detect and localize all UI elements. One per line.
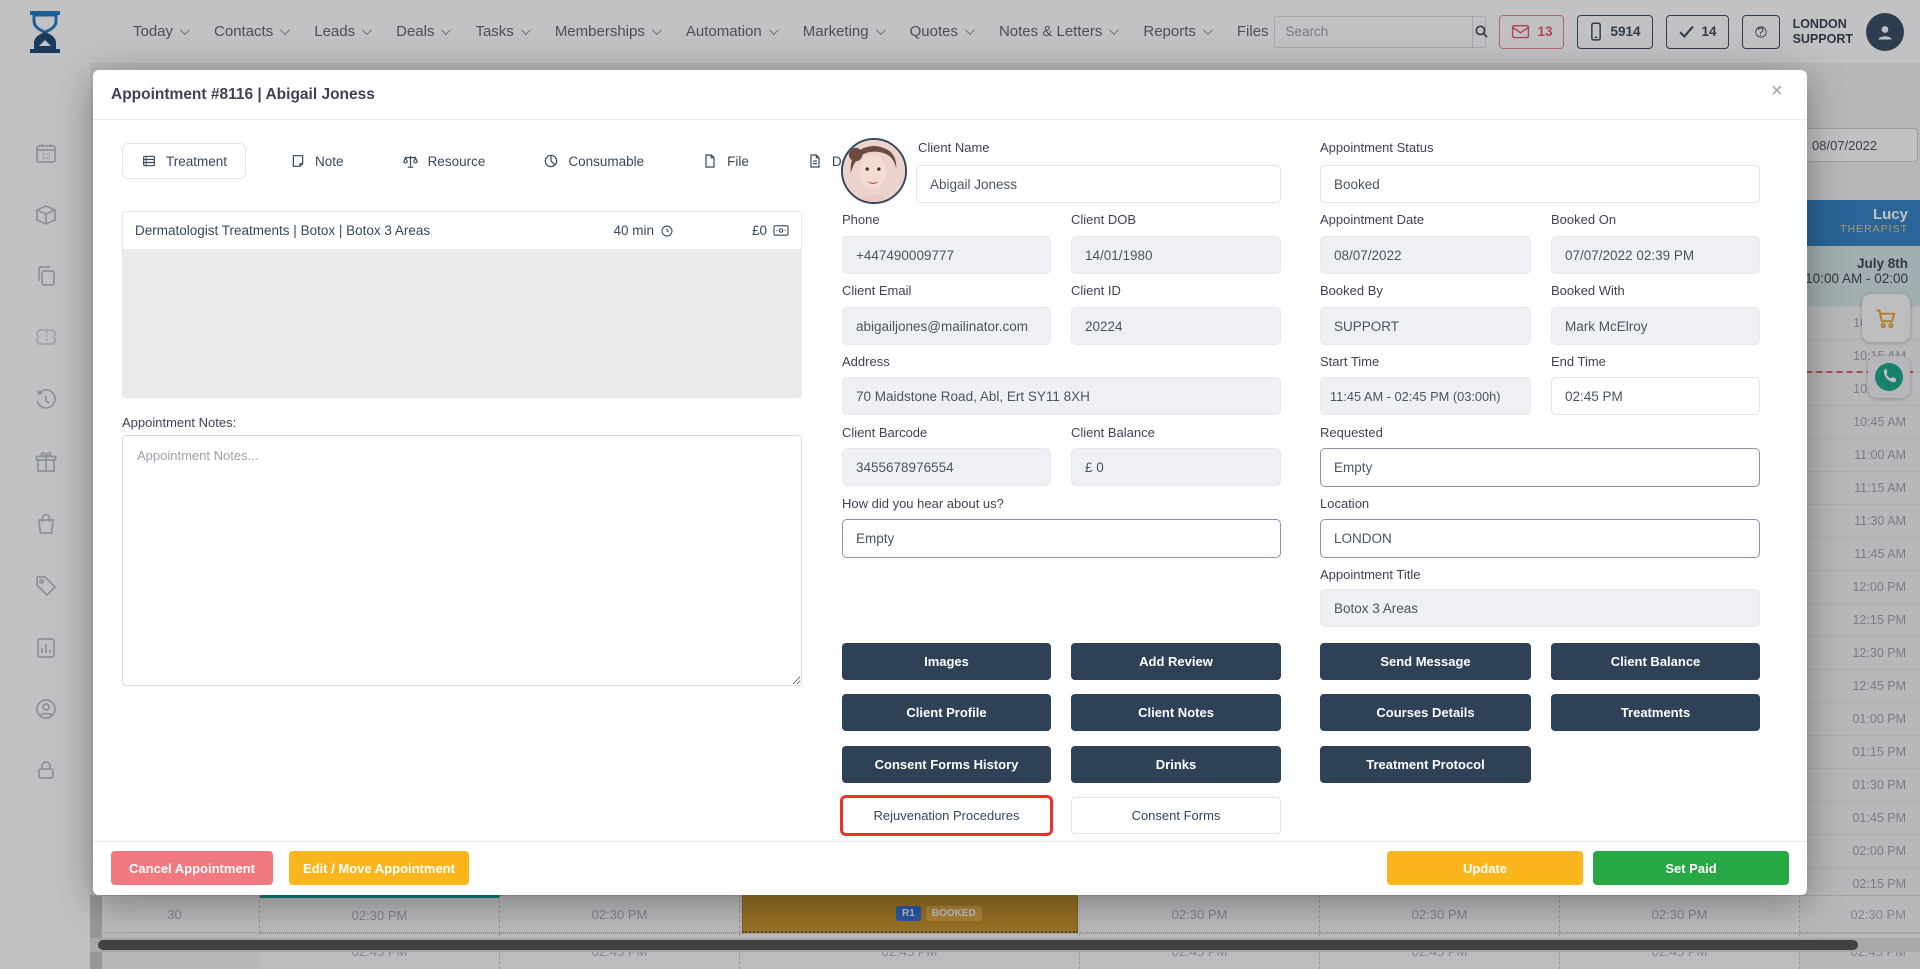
consent-forms-button[interactable]: Consent Forms bbox=[1071, 797, 1281, 834]
client-id-input[interactable]: 20224 bbox=[1071, 307, 1281, 345]
send-message-button[interactable]: Send Message bbox=[1320, 643, 1531, 680]
booked-by-input[interactable]: SUPPORT bbox=[1320, 307, 1531, 345]
location-select[interactable]: LONDON bbox=[1320, 519, 1760, 558]
treatment-protocol-button[interactable]: Treatment Protocol bbox=[1320, 746, 1531, 783]
client-name-input[interactable]: Abigail Joness bbox=[916, 165, 1281, 203]
client-notes-button[interactable]: Client Notes bbox=[1071, 694, 1281, 731]
booked-with-input[interactable]: Mark McElroy bbox=[1551, 307, 1760, 345]
scale-icon bbox=[402, 153, 419, 170]
booked-on-input[interactable]: 07/07/2022 02:39 PM bbox=[1551, 236, 1760, 274]
client-email-input[interactable]: abigailjones@mailinator.com bbox=[842, 307, 1051, 345]
client-dob-label: Client DOB bbox=[1071, 212, 1136, 227]
appointment-title-input[interactable]: Botox 3 Areas bbox=[1320, 589, 1760, 627]
phone-input[interactable]: +447490009777 bbox=[842, 236, 1051, 274]
tab-treatment[interactable]: Treatment bbox=[122, 143, 246, 179]
requested-label: Requested bbox=[1320, 425, 1383, 440]
booked-on-label: Booked On bbox=[1551, 212, 1616, 227]
treatments-button[interactable]: Treatments bbox=[1551, 694, 1760, 731]
update-button[interactable]: Update bbox=[1387, 851, 1583, 885]
add-review-button[interactable]: Add Review bbox=[1071, 643, 1281, 680]
start-time-input[interactable]: 11:45 AM - 02:45 PM (03:00h) bbox=[1320, 377, 1531, 415]
appointment-modal: Appointment #8116 | Abigail Joness × Tre… bbox=[93, 70, 1807, 895]
rejuvenation-procedures-button[interactable]: Rejuvenation Procedures bbox=[840, 795, 1053, 836]
banknote-icon bbox=[773, 224, 789, 237]
footer-divider bbox=[93, 841, 1807, 842]
clock-icon bbox=[660, 224, 674, 238]
courses-details-button[interactable]: Courses Details bbox=[1320, 694, 1531, 731]
file-icon bbox=[702, 153, 718, 169]
client-balance-button[interactable]: Client Balance bbox=[1551, 643, 1760, 680]
client-balance-input[interactable]: £ 0 bbox=[1071, 448, 1281, 486]
treatment-name: Dermatologist Treatments | Botox | Botox… bbox=[135, 223, 613, 238]
tab-resource[interactable]: Resource bbox=[388, 143, 500, 179]
appointment-status-input[interactable]: Booked bbox=[1320, 165, 1760, 203]
treatment-price: £0 bbox=[752, 223, 789, 238]
treatment-row[interactable]: Dermatologist Treatments | Botox | Botox… bbox=[123, 212, 801, 250]
appointment-notes-label: Appointment Notes: bbox=[122, 415, 236, 430]
address-input[interactable]: 70 Maidstone Road, Abl, Ert SY11 8XH bbox=[842, 377, 1281, 415]
treatment-list: Dermatologist Treatments | Botox | Botox… bbox=[122, 211, 802, 398]
phone-label: Phone bbox=[842, 212, 880, 227]
edit-move-appointment-button[interactable]: Edit / Move Appointment bbox=[289, 851, 469, 885]
client-barcode-label: Client Barcode bbox=[842, 425, 927, 440]
modal-title: Appointment #8116 | Abigail Joness bbox=[111, 86, 375, 104]
treatment-rows-icon bbox=[141, 153, 157, 169]
appointment-title-label: Appointment Title bbox=[1320, 567, 1420, 582]
end-time-label: End Time bbox=[1551, 354, 1606, 369]
hear-about-select[interactable]: Empty bbox=[842, 519, 1281, 558]
set-paid-button[interactable]: Set Paid bbox=[1593, 851, 1789, 885]
tab-consumable[interactable]: Consumable bbox=[529, 143, 658, 179]
tab-file[interactable]: File bbox=[688, 143, 763, 179]
client-email-label: Client Email bbox=[842, 283, 911, 298]
tab-note[interactable]: Note bbox=[276, 143, 358, 179]
requested-select[interactable]: Empty bbox=[1320, 448, 1760, 487]
pie-chart-icon bbox=[543, 153, 559, 169]
end-time-input[interactable]: 02:45 PM bbox=[1551, 377, 1760, 415]
header-divider bbox=[93, 119, 1807, 120]
modal-tabs: Treatment Note Resource Consumable File … bbox=[122, 143, 916, 179]
close-icon[interactable]: × bbox=[1771, 80, 1783, 103]
client-id-label: Client ID bbox=[1071, 283, 1121, 298]
appointment-date-input[interactable]: 08/07/2022 bbox=[1320, 236, 1531, 274]
booked-by-label: Booked By bbox=[1320, 283, 1383, 298]
note-icon bbox=[290, 153, 306, 169]
cancel-appointment-button[interactable]: Cancel Appointment bbox=[111, 851, 273, 885]
appointment-date-label: Appointment Date bbox=[1320, 212, 1424, 227]
client-barcode-input[interactable]: 3455678976554 bbox=[842, 448, 1051, 486]
appointment-status-label: Appointment Status bbox=[1320, 140, 1433, 155]
client-dob-input[interactable]: 14/01/1980 bbox=[1071, 236, 1281, 274]
client-photo-image bbox=[843, 140, 905, 202]
appointment-notes-textarea[interactable] bbox=[122, 435, 802, 686]
drinks-button[interactable]: Drinks bbox=[1071, 746, 1281, 783]
booked-with-label: Booked With bbox=[1551, 283, 1625, 298]
start-time-label: Start Time bbox=[1320, 354, 1379, 369]
client-name-label: Client Name bbox=[918, 140, 990, 155]
images-button[interactable]: Images bbox=[842, 643, 1051, 680]
address-label: Address bbox=[842, 354, 890, 369]
document-icon bbox=[807, 153, 823, 169]
client-balance-label: Client Balance bbox=[1071, 425, 1155, 440]
consent-forms-history-button[interactable]: Consent Forms History bbox=[842, 746, 1051, 783]
treatment-duration: 40 min bbox=[613, 223, 674, 238]
client-photo[interactable] bbox=[841, 138, 907, 204]
hear-about-label: How did you hear about us? bbox=[842, 496, 1004, 511]
location-label: Location bbox=[1320, 496, 1369, 511]
client-profile-button[interactable]: Client Profile bbox=[842, 694, 1051, 731]
